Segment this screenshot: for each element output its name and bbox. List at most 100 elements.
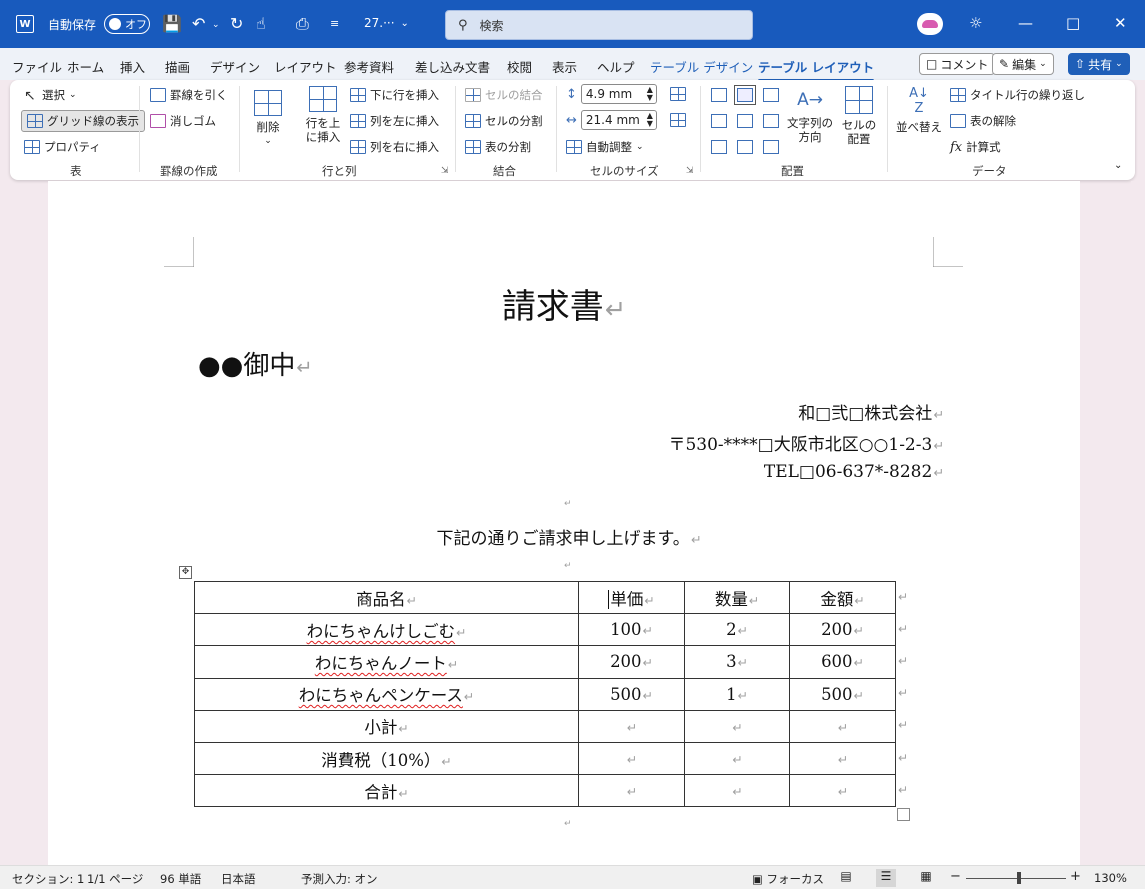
draw-table-button[interactable]: 罫線を引く xyxy=(150,87,228,103)
language-indicator[interactable]: 日本語 xyxy=(221,871,256,887)
spinner-arrows-icon[interactable]: ▲ ▼ xyxy=(647,112,656,128)
merge-cells-button[interactable]: セルの結合 xyxy=(465,87,543,103)
lightbulb-icon[interactable]: ☼ xyxy=(969,14,982,32)
table-cell[interactable]: わにちゃんペンケース↵ xyxy=(194,677,579,711)
spinner-arrows-icon[interactable]: ▲ ▼ xyxy=(647,86,656,102)
table-cell[interactable]: 2↵ xyxy=(684,613,790,647)
insert-below-button[interactable]: 下に行を挿入 xyxy=(350,87,439,103)
tab-home[interactable]: ホーム xyxy=(67,57,104,76)
table-cell[interactable]: 小計↵ xyxy=(194,709,579,743)
column-width-input[interactable]: 21.4 mm ▲ ▼ xyxy=(580,110,657,130)
table-cell[interactable]: ↵ xyxy=(789,741,896,776)
page-indicator[interactable]: 1/1 ページ xyxy=(87,871,143,887)
properties-button[interactable]: プロパティ xyxy=(24,139,101,155)
collapse-ribbon-icon[interactable]: ⌄ xyxy=(1114,160,1122,171)
autofit-button[interactable]: 自動調整 ⌄ xyxy=(566,139,644,155)
table-cell[interactable]: わにちゃんノート↵ xyxy=(194,645,579,679)
maximize-button[interactable]: □ xyxy=(1066,14,1080,32)
table-cell[interactable]: ↵ xyxy=(578,774,685,808)
vertical-scrollbar[interactable] xyxy=(1131,181,1145,865)
word-count[interactable]: 96 単語 xyxy=(160,871,201,887)
tab-table-layout[interactable]: テーブル レイアウト xyxy=(758,57,875,82)
undo-dropdown-icon[interactable]: ⌄ xyxy=(212,20,220,30)
view-gridlines-button[interactable]: グリッド線の表示 xyxy=(21,110,145,132)
document-name[interactable]: 27.··· ⌄ xyxy=(364,16,409,30)
table-cell[interactable]: ↵ xyxy=(684,741,790,776)
invoice-table[interactable]: 商品名↵ 単価↵ 数量↵ 金額↵ わにちゃんけしごむ↵ 100↵ 2↵ 200↵… xyxy=(194,580,896,808)
row-height-control[interactable]: ↕ 4.9 mm ▲ ▼ xyxy=(566,84,657,104)
document-page[interactable]: 請求書↵ ●●御中↵ 和□弐□株式会社↵ 〒530-****□大阪市北区○○1-… xyxy=(48,181,1080,865)
tab-layout[interactable]: レイアウト xyxy=(274,57,337,76)
dialog-launcher-icon[interactable]: ⇲ xyxy=(441,166,449,176)
select-button[interactable]: ↖ 選択 ⌄ xyxy=(24,87,77,104)
cell-margins-button[interactable]: セルの 配置 xyxy=(839,86,879,146)
align-bottom-left-button[interactable] xyxy=(711,140,727,154)
eraser-button[interactable]: 消しゴム xyxy=(150,113,216,129)
web-layout-button[interactable]: ▦ xyxy=(916,869,936,887)
search-box[interactable]: ⚲ 検索 xyxy=(445,10,753,40)
tab-draw[interactable]: 描画 xyxy=(165,57,190,76)
tab-help[interactable]: ヘルプ xyxy=(597,57,635,76)
table-cell[interactable]: 200↵ xyxy=(789,613,896,647)
align-top-left-button[interactable] xyxy=(711,88,727,102)
tab-table-design[interactable]: テーブル デザイン xyxy=(650,57,753,76)
table-cell[interactable]: 消費税（10%）↵ xyxy=(194,741,579,776)
table-cell[interactable]: ↵ xyxy=(789,774,896,808)
undo-icon[interactable]: ↶ xyxy=(192,14,205,33)
tab-file[interactable]: ファイル xyxy=(12,57,62,76)
table-cell[interactable]: 1↵ xyxy=(684,677,790,711)
table-cell[interactable]: 200↵ xyxy=(578,645,685,679)
redo-icon[interactable]: ↻ xyxy=(230,14,243,33)
align-top-center-button[interactable] xyxy=(734,85,756,105)
table-cell[interactable]: 500↵ xyxy=(789,677,896,711)
align-bottom-right-button[interactable] xyxy=(763,140,779,154)
text-prediction-status[interactable]: 予測入力: オン xyxy=(301,871,378,887)
split-table-button[interactable]: 表の分割 xyxy=(465,139,531,155)
account-avatar[interactable] xyxy=(917,13,943,35)
split-cells-button[interactable]: セルの分割 xyxy=(465,113,543,129)
table-cell[interactable]: 単価↵ xyxy=(578,580,685,615)
sort-button[interactable]: A↓ Z 並べ替え xyxy=(894,86,944,134)
table-cell[interactable]: ↵ xyxy=(789,709,896,743)
row-height-input[interactable]: 4.9 mm ▲ ▼ xyxy=(580,84,657,104)
tab-view[interactable]: 表示 xyxy=(552,57,577,76)
table-cell[interactable]: ↵ xyxy=(578,709,685,743)
zoom-slider-thumb[interactable] xyxy=(1017,872,1021,884)
align-top-right-button[interactable] xyxy=(763,88,779,102)
table-cell[interactable]: ↵ xyxy=(578,741,685,776)
focus-mode-button[interactable]: ▣ フォーカス xyxy=(752,871,824,887)
table-cell[interactable]: 100↵ xyxy=(578,613,685,647)
table-cell[interactable]: 商品名↵ xyxy=(194,580,579,615)
insert-left-button[interactable]: 列を左に挿入 xyxy=(350,113,439,129)
autosave-toggle[interactable]: オフ xyxy=(104,14,150,34)
print-layout-button[interactable]: ☰ xyxy=(876,869,896,887)
insert-right-button[interactable]: 列を右に挿入 xyxy=(350,139,439,155)
delete-button[interactable]: 削除 ⌄ xyxy=(248,90,288,148)
table-cell[interactable]: 数量↵ xyxy=(684,580,790,615)
tab-review[interactable]: 校閲 xyxy=(507,57,532,76)
read-mode-button[interactable]: ▤ xyxy=(836,869,856,887)
zoom-in-button[interactable]: + xyxy=(1070,869,1081,884)
table-cell[interactable]: 金額↵ xyxy=(789,580,896,615)
table-cell[interactable]: 合計↵ xyxy=(194,774,579,808)
table-cell[interactable]: わにちゃんけしごむ↵ xyxy=(194,613,579,647)
zoom-level[interactable]: 130% xyxy=(1094,871,1127,885)
table-move-handle-icon[interactable]: ✥ xyxy=(179,566,192,579)
comment-button[interactable]: □ コメント xyxy=(919,53,996,75)
zoom-out-button[interactable]: − xyxy=(950,869,961,884)
table-cell[interactable]: ↵ xyxy=(684,774,790,808)
distribute-columns-button[interactable] xyxy=(670,113,686,127)
align-middle-right-button[interactable] xyxy=(763,114,779,128)
print-preview-icon[interactable]: ⎙ xyxy=(296,14,309,34)
table-resize-handle-icon[interactable] xyxy=(897,808,910,821)
tab-references[interactable]: 参考資料 xyxy=(344,57,394,76)
table-cell[interactable]: ↵ xyxy=(684,709,790,743)
customize-qat-icon[interactable]: ≡ xyxy=(330,17,339,30)
table-cell[interactable]: 600↵ xyxy=(789,645,896,679)
tab-mailings[interactable]: 差し込み文書 xyxy=(415,57,490,76)
table-cell[interactable]: 3↵ xyxy=(684,645,790,679)
align-middle-left-button[interactable] xyxy=(711,114,727,128)
formula-button[interactable]: fx 計算式 xyxy=(950,139,1001,155)
distribute-rows-button[interactable] xyxy=(670,87,686,101)
touch-mode-icon[interactable]: ☝ xyxy=(256,14,266,33)
